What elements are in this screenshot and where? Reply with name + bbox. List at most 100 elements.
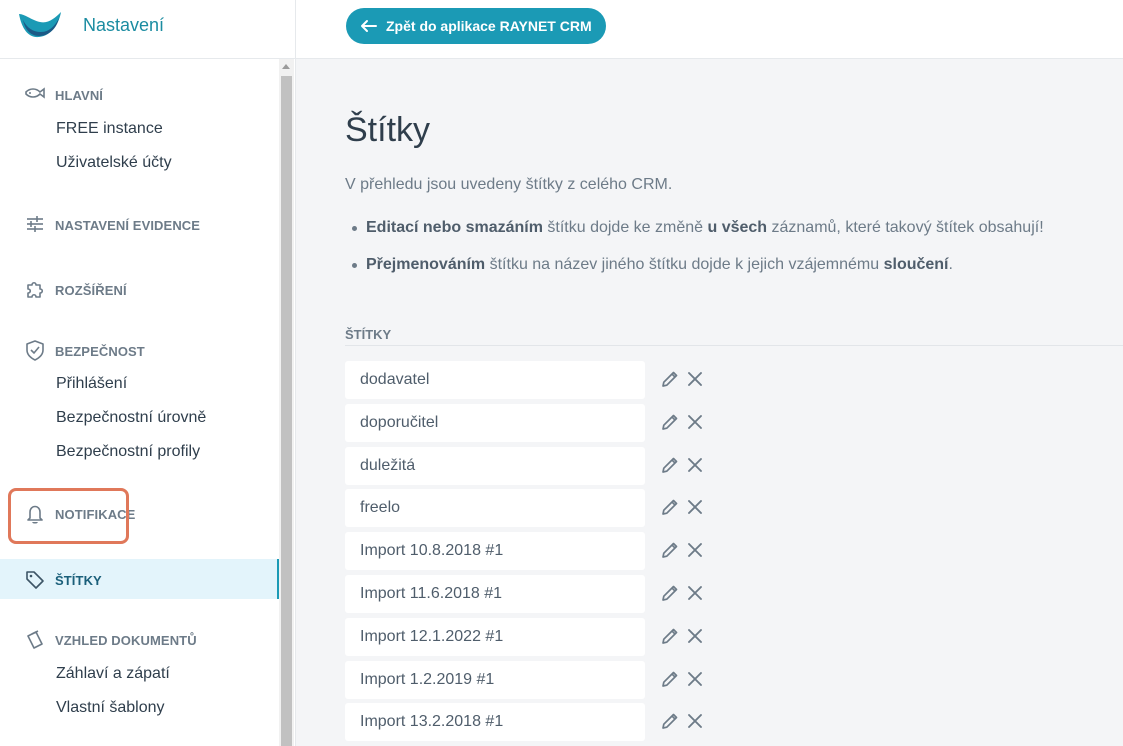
settings-nav: HLAVNÍ FREE instance Uživatelské účty NA… bbox=[0, 59, 279, 746]
tag-row: Import 11.6.2018 #1 bbox=[345, 575, 715, 615]
nav-item-security-profiles[interactable]: Bezpečnostní profily bbox=[56, 443, 200, 461]
bullet-text: . bbox=[948, 256, 953, 273]
tag-name: doporučitel bbox=[360, 413, 439, 431]
nav-section-label: ROZŠÍŘENÍ bbox=[55, 283, 127, 298]
delete-x-icon[interactable] bbox=[686, 584, 704, 602]
nav-section-label: NASTAVENÍ EVIDENCE bbox=[55, 218, 201, 233]
tag-name-field[interactable]: dodavatel bbox=[345, 361, 645, 399]
nav-section-label: ŠTÍTKY bbox=[55, 573, 102, 588]
arrow-left-icon bbox=[361, 20, 377, 32]
sidebar: Nastavení HLAVNÍ FREE instance Uživatels… bbox=[0, 0, 296, 746]
delete-x-icon[interactable] bbox=[686, 370, 704, 388]
intro-text: V přehledu jsou uvedeny štítky z celého … bbox=[345, 176, 673, 193]
tag-name: Import 13.2.2018 #1 bbox=[360, 713, 504, 731]
tag-row: Import 12.1.2022 #1 bbox=[345, 617, 715, 658]
bullet-bold: Editací nebo smazáním bbox=[366, 219, 543, 236]
tags-divider bbox=[345, 345, 1123, 346]
main-content: Štítky V přehledu jsou uvedeny štítky z … bbox=[296, 59, 1123, 746]
tag-name: Import 11.6.2018 #1 bbox=[360, 585, 503, 602]
nav-section-label: HLAVNÍ bbox=[55, 88, 104, 103]
tag-name-field[interactable]: Import 12.1.2022 #1 bbox=[345, 617, 645, 656]
topbar: Zpět do aplikace RAYNET CRM bbox=[296, 0, 1123, 59]
tag-name-field[interactable]: doporučitel bbox=[345, 403, 645, 442]
scrollbar-thumb[interactable] bbox=[281, 76, 292, 746]
nav-section-rozsireni[interactable]: ROZŠÍŘENÍ bbox=[0, 274, 279, 304]
bullet-dot bbox=[352, 226, 357, 231]
tag-name: Import 1.2.2019 #1 bbox=[360, 670, 495, 688]
nav-section-label: VZHLED DOKUMENTŮ bbox=[55, 633, 197, 648]
tag-name-field[interactable]: freelo bbox=[345, 489, 645, 528]
info-bullet-rename: Přejmenováním štítku na název jiného ští… bbox=[352, 256, 953, 274]
nav-section-hlavni[interactable]: HLAVNÍ bbox=[0, 79, 279, 109]
bullet-bold: u všech bbox=[707, 219, 768, 236]
nav-item-user-accounts[interactable]: Uživatelské účty bbox=[56, 154, 172, 172]
brand-header: Nastavení bbox=[0, 0, 295, 59]
tag-name: Import 12.1.2022 #1 bbox=[360, 627, 504, 645]
nav-section-label: BEZPEČNOST bbox=[55, 344, 145, 359]
tag-row: Import 10.8.2018 #1 bbox=[345, 532, 715, 572]
pencil-icon[interactable] bbox=[660, 497, 680, 517]
sidebar-scrollbar[interactable] bbox=[279, 59, 294, 746]
tag-name-field[interactable]: Import 13.2.2018 #1 bbox=[345, 703, 645, 742]
nav-section-stitky[interactable]: ŠTÍTKY bbox=[0, 564, 279, 594]
pencil-icon[interactable] bbox=[660, 369, 680, 389]
nav-section-bezpecnost[interactable]: BEZPEČNOST bbox=[0, 335, 279, 365]
pencil-icon[interactable] bbox=[660, 455, 680, 475]
nav-item-security-levels[interactable]: Bezpečnostní úrovně bbox=[56, 409, 206, 427]
page-title: Štítky bbox=[345, 111, 431, 149]
pencil-icon[interactable] bbox=[660, 412, 680, 432]
settings-title: Nastavení bbox=[83, 15, 165, 35]
delete-x-icon[interactable] bbox=[686, 498, 704, 516]
pencil-icon[interactable] bbox=[660, 583, 680, 603]
back-button-label: Zpět do aplikace RAYNET CRM bbox=[386, 18, 592, 34]
pencil-icon[interactable] bbox=[660, 669, 680, 689]
tag-row: doporučitel bbox=[345, 403, 715, 444]
pencil-icon[interactable] bbox=[660, 626, 680, 646]
tag-row: freelo bbox=[345, 489, 715, 529]
tag-name: Import 10.8.2018 #1 bbox=[360, 542, 504, 560]
raynet-logo-icon[interactable] bbox=[17, 10, 63, 40]
delete-x-icon[interactable] bbox=[686, 456, 704, 474]
tags-heading: ŠTÍTKY bbox=[345, 327, 392, 342]
tag-row: Import 1.2.2019 #1 bbox=[345, 660, 715, 701]
delete-x-icon[interactable] bbox=[686, 541, 704, 559]
tag-row: Import 13.2.2018 #1 bbox=[345, 703, 715, 743]
tag-name-field[interactable]: Import 1.2.2019 #1 bbox=[345, 660, 645, 699]
puzzle-icon bbox=[27, 281, 44, 298]
bullet-text: štítku dojde ke změně bbox=[542, 219, 708, 236]
bullet-text: záznamů, které takový štítek obsahují! bbox=[767, 219, 1044, 236]
nav-section-evidence[interactable]: NASTAVENÍ EVIDENCE bbox=[0, 209, 279, 239]
shield-check-icon bbox=[26, 340, 44, 361]
tag-name: dodavatel bbox=[360, 371, 430, 388]
fish-icon bbox=[25, 87, 45, 99]
tag-name: duležitá bbox=[360, 456, 416, 474]
bullet-bold: Přejmenováním bbox=[366, 256, 486, 273]
tag-name-field[interactable]: duležitá bbox=[345, 446, 645, 485]
tag-row: duležitá bbox=[345, 446, 715, 487]
nav-item-free-instance[interactable]: FREE instance bbox=[56, 120, 163, 138]
delete-x-icon[interactable] bbox=[686, 627, 704, 645]
tag-name-field[interactable]: Import 11.6.2018 #1 bbox=[345, 575, 645, 613]
bullet-text: štítku na název jiného štítku dojde k je… bbox=[485, 256, 884, 273]
bullet-dot bbox=[352, 263, 357, 268]
nav-section-dokumenty[interactable]: VZHLED DOKUMENTŮ bbox=[0, 624, 279, 654]
documents-icon bbox=[27, 630, 43, 649]
pencil-icon[interactable] bbox=[660, 540, 680, 560]
tag-icon bbox=[26, 571, 44, 589]
tag-name: freelo bbox=[360, 499, 401, 517]
scroll-up-icon[interactable] bbox=[282, 64, 290, 69]
nav-item-login[interactable]: Přihlášení bbox=[56, 375, 127, 393]
delete-x-icon[interactable] bbox=[686, 413, 704, 431]
nav-item-custom-templates[interactable]: Vlastní šablony bbox=[56, 699, 165, 717]
sliders-icon bbox=[27, 216, 43, 232]
annotation-highlight bbox=[8, 488, 129, 544]
pencil-icon[interactable] bbox=[660, 711, 680, 731]
nav-item-header-footer[interactable]: Záhlaví a zápatí bbox=[56, 665, 170, 683]
delete-x-icon[interactable] bbox=[686, 670, 704, 688]
tag-name-field[interactable]: Import 10.8.2018 #1 bbox=[345, 532, 645, 571]
bullet-bold: sloučení bbox=[883, 256, 949, 273]
back-to-app-button[interactable]: Zpět do aplikace RAYNET CRM bbox=[346, 8, 606, 44]
tag-row: dodavatel bbox=[345, 361, 715, 401]
delete-x-icon[interactable] bbox=[686, 712, 704, 730]
info-bullet-edit: Editací nebo smazáním štítku dojde ke zm… bbox=[352, 219, 1044, 237]
